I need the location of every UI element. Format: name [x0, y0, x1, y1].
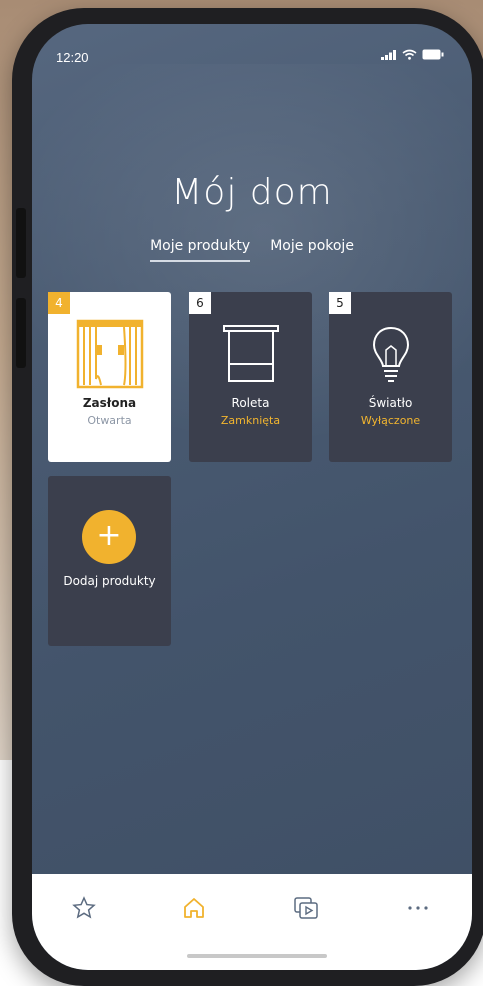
product-count-badge: 6	[189, 292, 211, 314]
phone-side-button	[16, 208, 26, 278]
status-time: 12:20	[56, 50, 89, 65]
lightbulb-icon	[329, 316, 452, 392]
product-count-badge: 5	[329, 292, 351, 314]
product-name: Zasłona	[82, 396, 137, 410]
product-state: Zamknięta	[220, 414, 281, 427]
status-bar: 12:20	[32, 24, 472, 84]
page-title: Mój dom	[171, 172, 333, 213]
plus-icon[interactable]: +	[82, 510, 136, 564]
add-product-label: Dodaj produkty	[63, 574, 156, 588]
bottom-nav	[32, 874, 472, 970]
add-product-tile[interactable]: + Dodaj produkty	[48, 476, 171, 646]
curtain-icon	[48, 316, 171, 392]
more-icon[interactable]	[398, 890, 438, 926]
phone-side-button	[16, 298, 26, 368]
star-icon[interactable]	[64, 890, 104, 926]
signal-icon	[381, 49, 396, 60]
wifi-icon	[402, 49, 417, 60]
product-count-badge: 4	[48, 292, 70, 314]
status-icons	[381, 49, 444, 60]
battery-icon	[422, 49, 444, 60]
roller-blind-icon	[189, 316, 312, 392]
tab-moje-pokoje[interactable]: Moje pokoje	[270, 238, 354, 262]
home-indicator[interactable]	[187, 954, 327, 958]
product-state: Wyłączone	[360, 414, 421, 427]
product-tile-roleta[interactable]: 6 Roleta Zamknięta	[189, 292, 312, 462]
product-tile-swiatlo[interactable]: 5 Światło Wyłączone	[329, 292, 452, 462]
home-icon[interactable]	[174, 890, 214, 926]
product-state: Otwarta	[87, 414, 132, 427]
tabs: Moje produkty Moje pokoje	[32, 238, 472, 262]
product-name: Roleta	[231, 396, 270, 410]
app-screen: 12:20 Mój dom Moje produkty Moje pokoje …	[32, 24, 472, 970]
tab-moje-produkty[interactable]: Moje produkty	[150, 238, 251, 262]
product-name: Światło	[368, 396, 413, 410]
product-tile-zaslona[interactable]: 4 Zasłona Otwarta	[48, 292, 171, 462]
scenes-icon[interactable]	[286, 890, 326, 926]
